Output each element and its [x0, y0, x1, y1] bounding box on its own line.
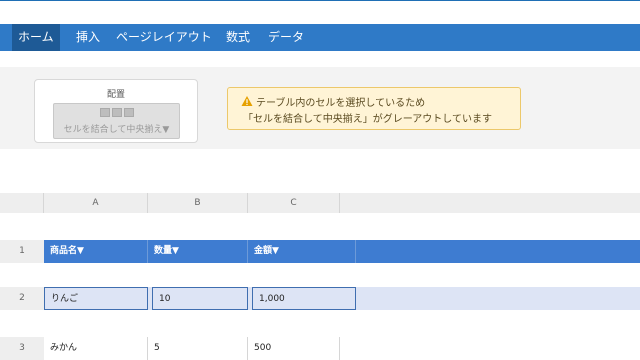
merge-and-center-label: セルを結合して中央揃え▼	[63, 125, 170, 135]
alignment-group-title: 配置	[106, 90, 125, 100]
table-cell[interactable]: 5	[148, 337, 248, 360]
table-cell[interactable]: りんご	[44, 287, 148, 310]
ribbon-tab-bar: ホーム 挿入 ページレイアウト 数式 データ	[0, 24, 640, 51]
column-header-c[interactable]: C	[248, 193, 340, 213]
table-header-row: 1 商品名▼ 数量▼ 金額▼	[0, 240, 640, 263]
column-header-bar: A B C	[0, 193, 640, 213]
column-header-b[interactable]: B	[148, 193, 248, 213]
row-number[interactable]: 1	[0, 240, 44, 263]
tab-page-layout[interactable]: ページレイアウト	[116, 24, 212, 51]
greyed-out-notice: テーブル内のセルを選択しているため 「セルを結合して中央揃え」がグレーアウトして…	[227, 87, 521, 130]
header-cell-amount[interactable]: 金額▼	[248, 240, 356, 263]
table-row: 2 りんご 10 1,000	[0, 287, 640, 310]
row-number[interactable]: 3	[0, 337, 44, 360]
notice-line-1: テーブル内のセルを選択しているため	[256, 98, 426, 109]
tab-formulas[interactable]: 数式	[226, 24, 250, 51]
tab-home[interactable]: ホーム	[12, 24, 60, 51]
table-cell[interactable]: みかん	[44, 337, 148, 360]
column-header-a[interactable]: A	[44, 193, 148, 213]
merge-and-center-button[interactable]: セルを結合して中央揃え▼	[53, 103, 180, 139]
tab-insert[interactable]: 挿入	[76, 24, 100, 51]
alignment-group: 配置 セルを結合して中央揃え▼	[34, 79, 198, 143]
notice-line-2: 「セルを結合して中央揃え」がグレーアウトしています	[243, 114, 492, 125]
header-cell-product[interactable]: 商品名▼	[44, 240, 148, 263]
merge-cells-icon	[100, 108, 134, 118]
table-row: 3 みかん 5 500	[0, 337, 640, 360]
warning-icon	[241, 96, 253, 106]
window-top-border	[0, 0, 640, 1]
header-cell-quantity[interactable]: 数量▼	[148, 240, 248, 263]
tab-data[interactable]: データ	[268, 24, 304, 51]
table-cell[interactable]: 500	[248, 337, 340, 360]
select-all-corner[interactable]	[0, 193, 44, 213]
table-cell[interactable]: 10	[152, 287, 248, 310]
table-cell[interactable]: 1,000	[252, 287, 356, 310]
row-number[interactable]: 2	[0, 287, 44, 310]
